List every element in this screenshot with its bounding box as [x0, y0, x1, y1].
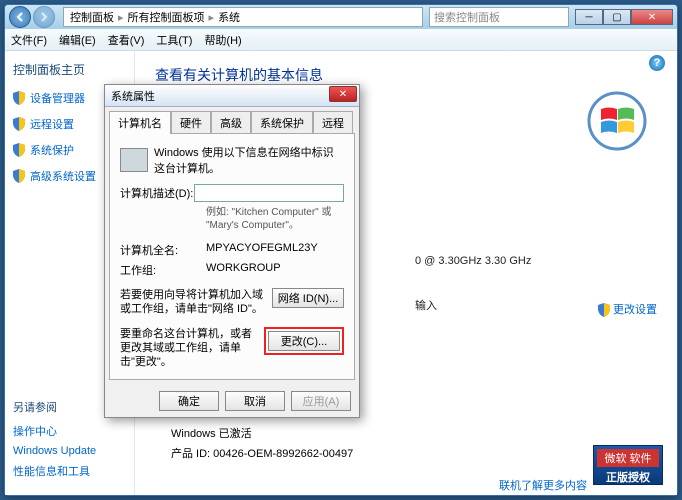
shield-icon — [13, 169, 25, 183]
cpu-info: 0 @ 3.30GHz 3.30 GHz — [415, 255, 531, 267]
ok-button[interactable]: 确定 — [159, 391, 219, 411]
activation-status: Windows 已激活 — [171, 425, 657, 441]
menu-edit[interactable]: 编辑(E) — [59, 32, 96, 48]
breadcrumb-item[interactable]: 所有控制面板项 — [128, 9, 205, 25]
system-properties-dialog: 系统属性 ✕ 计算机名 硬件 高级 系统保护 远程 Windows 使用以下信息… — [104, 84, 360, 418]
maximize-button[interactable]: ▢ — [603, 9, 631, 25]
fullname-value: MPYACYOFEGML23Y — [206, 242, 318, 258]
page-title: 查看有关计算机的基本信息 — [155, 65, 657, 85]
chevron-right-icon: ▸ — [209, 11, 215, 24]
see-also-windows-update[interactable]: Windows Update — [13, 445, 126, 457]
desc-field-label: 计算机描述(D): — [120, 185, 194, 201]
highlight-box: 更改(C)... — [264, 327, 344, 355]
badge-sub: 安全 放心 尊重 — [597, 485, 659, 495]
network-id-button[interactable]: 网络 ID(N)... — [272, 288, 344, 308]
computer-icon — [120, 148, 148, 172]
breadcrumb[interactable]: 控制面板 ▸ 所有控制面板项 ▸ 系统 — [63, 7, 423, 27]
windows-logo-icon — [587, 91, 647, 151]
minimize-button[interactable]: ─ — [575, 9, 603, 25]
tab-panel: Windows 使用以下信息在网络中标识这台计算机。 计算机描述(D): 例如:… — [109, 133, 355, 380]
tab-remote[interactable]: 远程 — [313, 111, 353, 134]
desc-input[interactable] — [194, 184, 344, 202]
workgroup-value: WORKGROUP — [206, 262, 281, 278]
product-id: 产品 ID: 00426-OEM-8992662-00497 — [171, 445, 657, 461]
see-also-action-center[interactable]: 操作中心 — [13, 423, 126, 439]
titlebar: 控制面板 ▸ 所有控制面板项 ▸ 系统 搜索控制面板 ─ ▢ ✕ — [5, 5, 677, 29]
shield-icon — [598, 303, 610, 317]
nav-back-button[interactable] — [9, 6, 31, 28]
dialog-button-row: 确定 取消 应用(A) — [105, 385, 359, 417]
shield-icon — [13, 143, 25, 157]
cancel-button[interactable]: 取消 — [225, 391, 285, 411]
desc-hint: 例如: "Kitchen Computer" 或 "Mary's Compute… — [206, 206, 344, 232]
dialog-close-button[interactable]: ✕ — [329, 86, 357, 102]
search-placeholder: 搜索控制面板 — [434, 9, 500, 25]
search-input[interactable]: 搜索控制面板 — [429, 7, 569, 27]
nav-forward-button[interactable] — [33, 6, 55, 28]
fullname-label: 计算机全名: — [120, 242, 206, 258]
tab-computer-name[interactable]: 计算机名 — [109, 111, 171, 134]
intro-text: Windows 使用以下信息在网络中标识这台计算机。 — [154, 144, 344, 176]
menu-view[interactable]: 查看(V) — [108, 32, 145, 48]
menu-file[interactable]: 文件(F) — [11, 32, 47, 48]
help-icon[interactable]: ? — [649, 55, 665, 71]
control-panel-home-link[interactable]: 控制面板主页 — [13, 61, 126, 78]
menu-help[interactable]: 帮助(H) — [204, 32, 241, 48]
input-info: 输入 — [415, 297, 437, 313]
tab-system-protection[interactable]: 系统保护 — [251, 111, 313, 134]
dialog-titlebar[interactable]: 系统属性 ✕ — [105, 85, 359, 107]
see-also-performance[interactable]: 性能信息和工具 — [13, 463, 126, 479]
chevron-right-icon: ▸ — [118, 11, 124, 24]
apply-button[interactable]: 应用(A) — [291, 391, 351, 411]
breadcrumb-item[interactable]: 控制面板 — [70, 9, 114, 25]
netid-text: 若要使用向导将计算机加入域或工作组，请单击"网络 ID"。 — [120, 288, 264, 317]
menu-tools[interactable]: 工具(T) — [156, 32, 192, 48]
tab-hardware[interactable]: 硬件 — [171, 111, 211, 134]
tab-advanced[interactable]: 高级 — [211, 111, 251, 134]
learn-more-link[interactable]: 联机了解更多内容 — [499, 477, 587, 493]
change-button[interactable]: 更改(C)... — [268, 331, 340, 351]
badge-main: 正版授权 — [597, 469, 659, 485]
badge-top: 微软 软件 — [597, 449, 659, 467]
shield-icon — [13, 117, 25, 131]
breadcrumb-item[interactable]: 系统 — [218, 9, 240, 25]
menubar: 文件(F) 编辑(E) 查看(V) 工具(T) 帮助(H) — [5, 29, 677, 51]
workgroup-label: 工作组: — [120, 262, 206, 278]
dialog-tabs: 计算机名 硬件 高级 系统保护 远程 — [105, 107, 359, 134]
dialog-title: 系统属性 — [111, 88, 155, 104]
change-text: 要重命名这台计算机，或者更改其域或工作组，请单击"更改"。 — [120, 327, 256, 370]
genuine-badge[interactable]: 微软 软件 正版授权 安全 放心 尊重 — [593, 445, 663, 485]
change-settings-link[interactable]: 更改设置 — [598, 301, 657, 317]
shield-icon — [13, 91, 25, 105]
close-button[interactable]: ✕ — [631, 9, 673, 25]
